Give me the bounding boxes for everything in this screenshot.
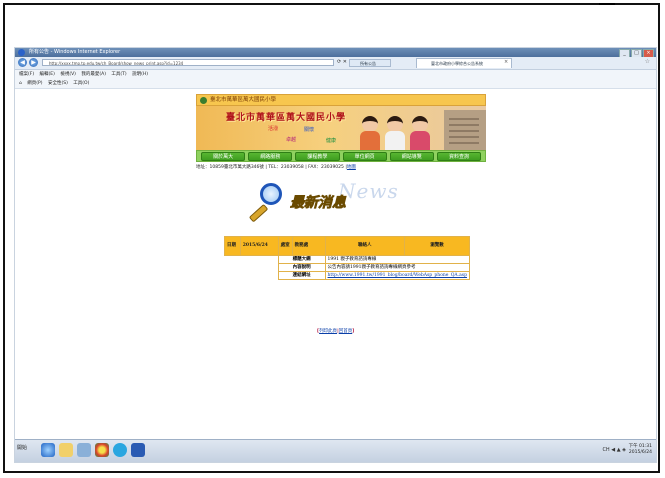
refresh-icon[interactable]: ⟳ ✕ bbox=[337, 59, 347, 66]
row-label: 標題大綱 bbox=[277, 255, 326, 264]
school-header-text: 臺北市萬華區萬大國民小學 bbox=[210, 97, 277, 103]
clock: 下午 01:31 2015/6/24 bbox=[629, 444, 652, 456]
address-toolbar: ◀ ▶ http://xxxx.tmp.tp.edu.tw/ch_Board/s… bbox=[15, 57, 656, 70]
date-value: 2015/6/24 bbox=[239, 236, 279, 256]
chrome-icon[interactable] bbox=[95, 443, 109, 457]
address-text: 地址：10859臺北市萬大路346號 | TEL：23039058 | FAX：… bbox=[196, 165, 347, 170]
address-bar[interactable]: http://xxxx.tmp.tp.edu.tw/ch_Board/show_… bbox=[42, 59, 334, 66]
contact-label: 聯絡人 bbox=[324, 236, 405, 256]
screenshot: 所有公告 - Windows Internet Explorer _ □ × ◀… bbox=[14, 47, 657, 463]
cmd-tools[interactable]: 工具(O) bbox=[73, 79, 89, 88]
home-link[interactable]: 回首頁 bbox=[339, 329, 353, 334]
footer-links: [列印此頁|回首頁] bbox=[317, 329, 355, 334]
banner-title: 臺北市萬華區萬大國民小學 bbox=[226, 113, 347, 123]
nav-units[interactable]: 單位網頁 bbox=[342, 152, 387, 161]
forward-icon[interactable]: ▶ bbox=[29, 58, 38, 67]
site-nav: 關於萬大 網路服務 課程教學 單位網頁 網站導覽 資料查詢 bbox=[196, 150, 486, 162]
unit-label: 處室 bbox=[277, 236, 293, 256]
folder-icon[interactable] bbox=[59, 443, 73, 457]
views-label: 瀏覽數 bbox=[403, 236, 471, 256]
word-icon[interactable] bbox=[131, 443, 145, 457]
home-icon[interactable]: ⌂ bbox=[19, 79, 22, 88]
skype-icon[interactable] bbox=[113, 443, 127, 457]
menu-favorites[interactable]: 我的最愛(A) bbox=[81, 70, 106, 79]
table-header-row: 日期 2015/6/24 處室 教務處 聯絡人 瀏覽數 bbox=[224, 236, 471, 256]
table-row: 連結網址 http://www.1991.tw/1991_blog/board/… bbox=[225, 271, 471, 280]
window-title: 所有公告 - Windows Internet Explorer bbox=[29, 49, 121, 55]
window-titlebar: 所有公告 - Windows Internet Explorer _ □ × bbox=[15, 48, 656, 58]
news-background-text: News bbox=[338, 179, 399, 203]
map-link[interactable]: 地圖 bbox=[347, 165, 356, 170]
tab-close-icon[interactable]: × bbox=[504, 59, 508, 65]
banner-word: 活潑 bbox=[268, 126, 279, 132]
unit-value: 教務處 bbox=[291, 236, 326, 256]
favorites-star-icon[interactable]: ☆ bbox=[645, 58, 650, 65]
nav-services[interactable]: 網路服務 bbox=[248, 152, 293, 161]
table-row: 標題大綱 1991 親子教育諮詢專線 bbox=[225, 255, 471, 264]
row-value: 1991 親子教育諮詢專線 bbox=[324, 255, 471, 264]
row-label: 內容說明 bbox=[277, 263, 326, 272]
page-content: 臺北市萬華區萬大國民小學 臺北市萬華區萬大國民小學 活潑 關懷 卓越 健康 關於… bbox=[15, 89, 656, 438]
back-icon[interactable]: ◀ bbox=[18, 58, 27, 67]
news-heading: News 最新消息 bbox=[242, 177, 432, 225]
school-address: 地址：10859臺北市萬大路346號 | TEL：23039058 | FAX：… bbox=[196, 164, 496, 172]
command-bar: ⌂ 網頁(P) 安全性(S) 工具(O) bbox=[15, 79, 656, 89]
nav-sitemap[interactable]: 網站導覽 bbox=[389, 152, 434, 161]
banner-word: 卓越 bbox=[286, 137, 297, 143]
system-tray[interactable]: CH ◀ ▲ ◈ bbox=[602, 447, 626, 453]
news-link[interactable]: http://www.1991.tw/1991_blog/board/WebAs… bbox=[324, 271, 471, 280]
tab-active[interactable]: 臺北市政府小學綜合公告系統 bbox=[416, 58, 512, 68]
student-photo bbox=[409, 116, 431, 150]
media-icon[interactable] bbox=[77, 443, 91, 457]
student-photo bbox=[384, 116, 406, 150]
cmd-page[interactable]: 網頁(P) bbox=[27, 79, 42, 88]
row-value: 公告內容請1991親子教育諮詢專線網頁參考 bbox=[324, 263, 471, 272]
ie-icon bbox=[18, 49, 25, 56]
menu-file[interactable]: 檔案(F) bbox=[19, 70, 34, 79]
tab-inactive[interactable]: 所有公告 bbox=[349, 59, 391, 67]
start-button[interactable]: 開始 bbox=[17, 444, 27, 451]
news-title: 最新消息 bbox=[290, 195, 347, 212]
news-detail-table: 日期 2015/6/24 處室 教務處 聯絡人 瀏覽數 標題大綱 1991 親子… bbox=[224, 236, 471, 280]
nav-search[interactable]: 資料查詢 bbox=[436, 152, 482, 161]
school-header-bar: 臺北市萬華區萬大國民小學 bbox=[196, 94, 486, 106]
clock-date: 2015/6/24 bbox=[628, 450, 652, 455]
table-row: 內容說明 公告內容請1991親子教育諮詢專線網頁參考 bbox=[225, 263, 471, 272]
row-label: 連結網址 bbox=[277, 271, 326, 280]
window-controls: _ □ × bbox=[619, 48, 654, 58]
date-label: 日期 bbox=[224, 236, 241, 256]
school-banner: 臺北市萬華區萬大國民小學 活潑 關懷 卓越 健康 bbox=[196, 106, 486, 150]
nav-curriculum[interactable]: 課程教學 bbox=[295, 152, 340, 161]
menu-view[interactable]: 檢視(V) bbox=[60, 70, 76, 79]
menu-edit[interactable]: 編輯(E) bbox=[40, 70, 55, 79]
print-link[interactable]: 列印此頁 bbox=[319, 329, 337, 334]
banner-word: 健康 bbox=[326, 138, 337, 144]
cmd-safety[interactable]: 安全性(S) bbox=[48, 79, 68, 88]
student-photo bbox=[359, 116, 381, 150]
school-building-image bbox=[444, 110, 486, 150]
corner-mark bbox=[599, 3, 615, 5]
menu-help[interactable]: 說明(H) bbox=[132, 70, 148, 79]
nav-about[interactable]: 關於萬大 bbox=[201, 152, 246, 161]
magnifier-icon bbox=[244, 183, 284, 223]
menu-tools[interactable]: 工具(T) bbox=[111, 70, 126, 79]
ie-taskbar-icon[interactable] bbox=[41, 443, 55, 457]
banner-word: 關懷 bbox=[304, 127, 315, 133]
taskbar: 開始 CH ◀ ▲ ◈ 下午 01:31 2015/6/24 bbox=[15, 439, 656, 462]
menu-bar: 檔案(F) 編輯(E) 檢視(V) 我的最愛(A) 工具(T) 說明(H) bbox=[15, 70, 656, 79]
school-logo-icon bbox=[200, 97, 207, 104]
